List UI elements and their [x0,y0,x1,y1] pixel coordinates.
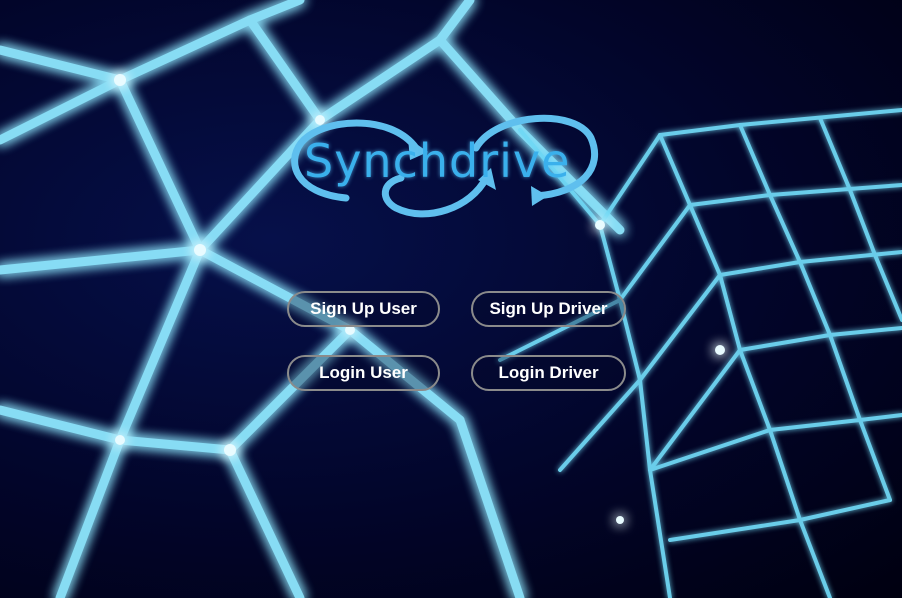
landing-page: Synchdrive Sign Up User Sign Up Driver L… [0,0,902,598]
neon-grid-background [0,0,902,598]
synchdrive-logo: Synchdrive [286,108,606,230]
login-user-button[interactable]: Login User [287,355,440,391]
logo-wordmark: Synchdrive [304,134,571,188]
login-driver-button[interactable]: Login Driver [471,355,626,391]
signup-user-button[interactable]: Sign Up User [287,291,440,327]
signup-driver-button[interactable]: Sign Up Driver [471,291,626,327]
